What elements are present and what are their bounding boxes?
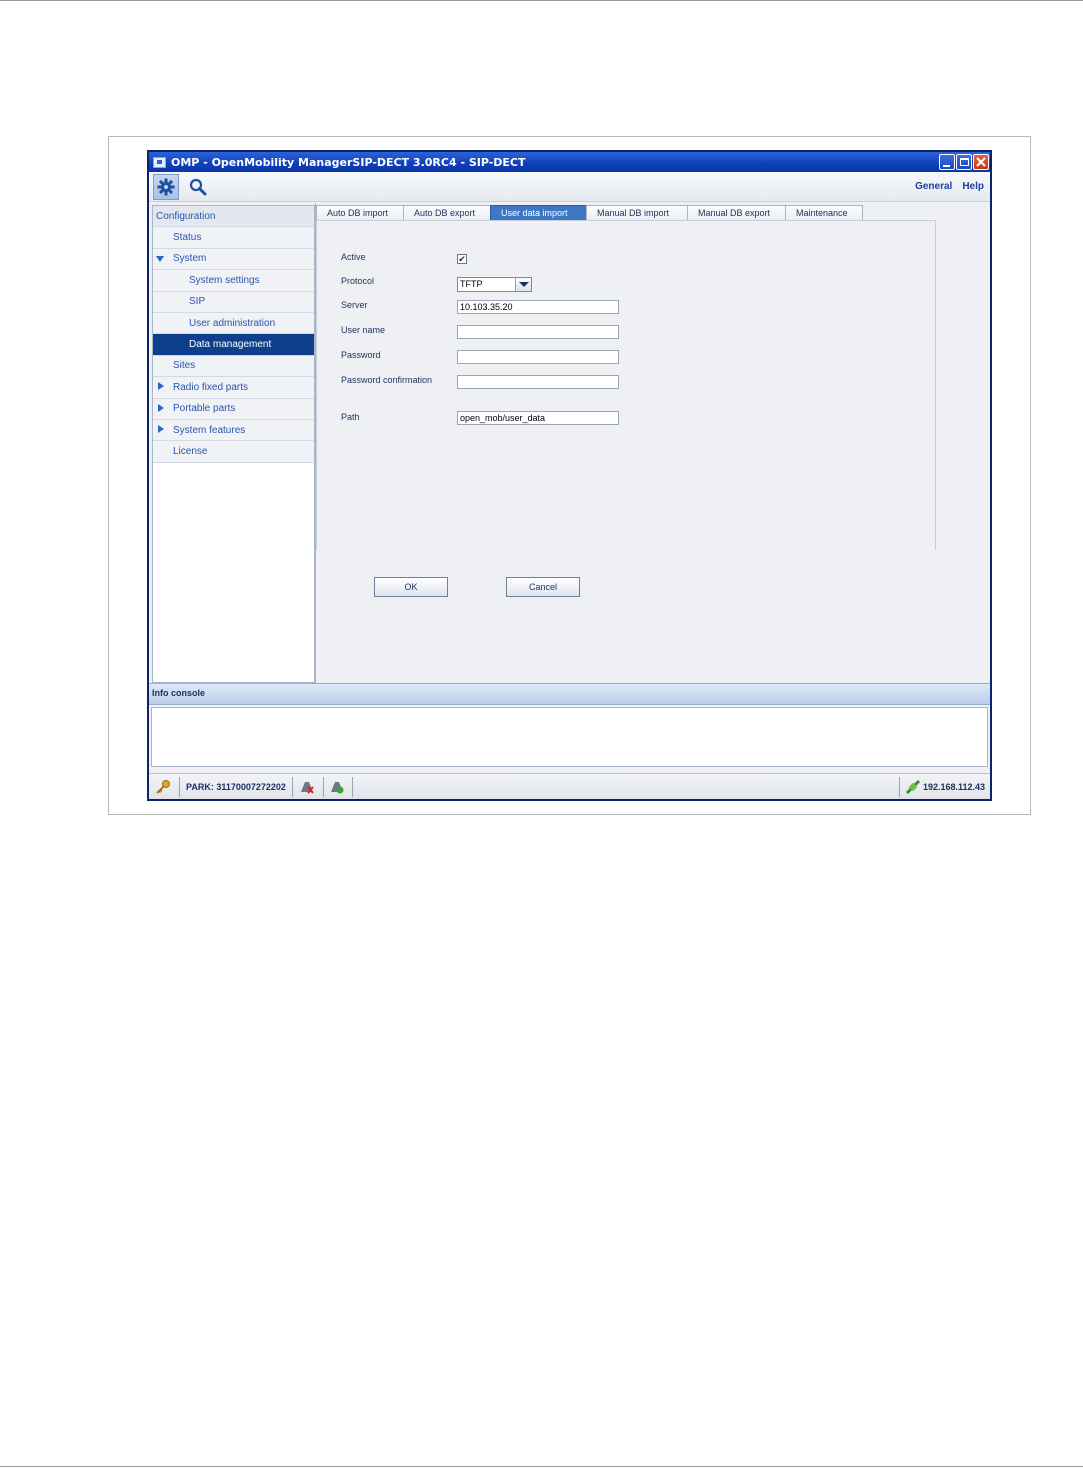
nav-label: Radio fixed parts [173,381,249,393]
nav-label: License [173,445,208,457]
status-separator [179,777,180,797]
page-bottom-rule [0,1466,1083,1467]
nav-sip[interactable]: SIP [153,291,314,313]
status-separator [899,777,900,797]
nav-label: Status [173,232,202,244]
status-separator [323,777,324,797]
sync-status-2[interactable] [329,777,345,797]
nav-status[interactable]: Status [153,227,314,249]
nav-label: Portable parts [173,403,236,415]
dropdown-button[interactable] [515,278,531,291]
nav-label: System settings [189,274,260,286]
password-label: Password [341,350,381,360]
navigation-sidebar: Configuration Status System System setti… [152,205,315,683]
user-name-input[interactable] [457,325,619,339]
help-link[interactable]: Help [962,181,984,192]
ok-button[interactable]: OK [374,577,448,597]
page-top-rule [0,0,1083,1]
toolbar: General Help [149,172,990,202]
nav-label: System [173,253,207,265]
tab-bar: Auto DB import Auto DB export User data … [316,205,863,220]
tab-maintenance[interactable]: Maintenance [785,205,863,220]
collapsed-arrow-icon[interactable] [158,424,164,433]
nav-portable-parts[interactable]: Portable parts [153,398,314,420]
nav-label: System features [173,424,246,436]
nav-data-management[interactable]: Data management [153,334,314,356]
maximize-button[interactable] [956,154,972,170]
collapsed-arrow-icon[interactable] [158,382,164,391]
password-confirmation-input[interactable] [457,375,619,389]
maximize-icon [960,158,969,166]
nav-label: User administration [189,317,276,329]
nav-system-settings[interactable]: System settings [153,270,314,292]
server-input[interactable]: 10.103.35.20 [457,300,619,314]
window-title: OMP - OpenMobility ManagerSIP-DECT 3.0RC… [171,155,526,169]
tab-auto-db-export[interactable]: Auto DB export [403,205,491,220]
password-confirmation-label: Password confirmation [341,375,433,385]
search-button[interactable] [185,174,211,200]
status-separator [292,777,293,797]
search-icon [189,178,207,196]
server-label: Server [341,300,368,310]
nav-system-features[interactable]: System features [153,419,314,442]
path-input[interactable]: open_mob/user_data [457,411,619,425]
info-console-title: Info console [149,683,990,705]
nav-license[interactable]: License [153,441,314,463]
sync-status-1[interactable] [299,777,315,797]
connection-status: 192.168.112.43 [905,777,985,797]
rfp-warning-icon [301,782,314,794]
path-label: Path [341,412,360,422]
tab-manual-db-import[interactable]: Manual DB import [586,205,688,220]
key-icon [156,780,170,794]
park-status: PARK: 31170007272202 [186,782,286,792]
nav-label: Data management [189,339,272,351]
protocol-value: TFTP [460,279,483,289]
active-label: Active [341,252,366,262]
server-ip: 192.168.112.43 [923,782,986,792]
configuration-button[interactable] [153,174,179,200]
client-area: General Help Configuration Status System… [149,172,990,799]
nav-user-administration[interactable]: User administration [153,312,314,335]
protocol-select[interactable]: TFTP [457,277,532,292]
nav-label: SIP [189,296,206,308]
nav-configuration[interactable]: Configuration [153,206,314,228]
connection-icon [905,779,921,795]
close-button[interactable] [973,154,989,170]
info-console-output[interactable] [151,707,988,767]
chevron-down-icon [519,282,529,287]
user-data-import-panel: Active ✔ Protocol TFTP Server 10.103.35.… [316,220,936,550]
toolbar-links: General Help [915,181,984,192]
gear-icon [157,178,175,196]
info-console: Info console [149,683,990,767]
status-bar: PARK: 31170007272202 192.168.112.43 [149,773,990,799]
general-link[interactable]: General [915,181,952,192]
protocol-label: Protocol [341,276,375,286]
password-input[interactable] [457,350,619,364]
app-window: OMP - OpenMobility ManagerSIP-DECT 3.0RC… [147,150,992,801]
title-bar[interactable]: OMP - OpenMobility ManagerSIP-DECT 3.0RC… [149,152,990,172]
cancel-button[interactable]: Cancel [506,577,580,597]
nav-label: Configuration [156,210,216,222]
nav-radio-fixed-parts[interactable]: Radio fixed parts [153,377,314,399]
user-name-label: User name [341,325,386,335]
app-icon [153,156,166,168]
minimize-icon [943,165,950,167]
minimize-button[interactable] [939,154,955,170]
expanded-arrow-icon[interactable] [156,255,164,262]
content-pane: Auto DB import Auto DB export User data … [315,203,990,683]
active-checkbox[interactable]: ✔ [457,254,467,264]
close-icon [976,157,986,167]
window-controls [939,154,989,170]
tab-manual-db-export[interactable]: Manual DB export [687,205,786,220]
nav-system[interactable]: System [153,248,314,271]
key-status[interactable] [155,777,175,797]
tab-auto-db-import[interactable]: Auto DB import [316,205,404,220]
nav-label: Sites [173,360,196,372]
nav-sites[interactable]: Sites [153,355,314,378]
tab-user-data-import[interactable]: User data import [490,205,587,220]
collapsed-arrow-icon[interactable] [158,403,164,412]
status-separator [352,777,353,797]
rfp-ok-icon [331,782,344,794]
